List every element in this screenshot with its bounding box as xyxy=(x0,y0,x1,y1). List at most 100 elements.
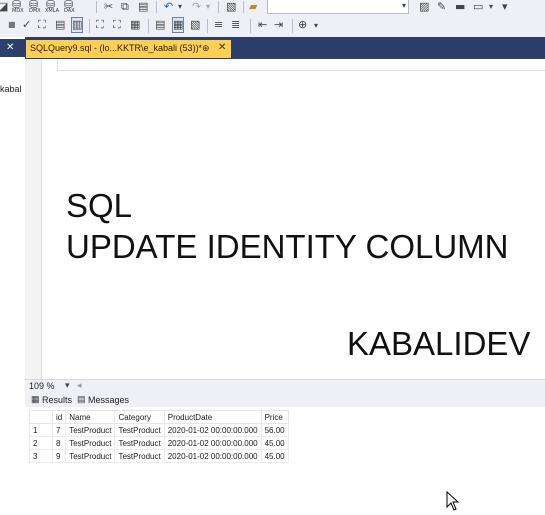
cell-category[interactable]: TestProduct xyxy=(114,436,165,450)
editor-gutter xyxy=(25,59,42,379)
object-explorer-node-text[interactable]: kabal xyxy=(0,84,22,94)
object-explorer-panel xyxy=(0,37,26,515)
cell-price[interactable]: 56.00 xyxy=(260,423,289,437)
overlay-title-update-identity: UPDATE IDENTITY COLUMN xyxy=(66,228,509,265)
results-to-text-icon[interactable]: ▤ xyxy=(155,18,165,32)
toolbar-options-icon[interactable]: ▾ xyxy=(314,19,318,33)
mouse-cursor-icon xyxy=(446,491,460,511)
cell-productdate[interactable]: 2020-01-02 00:00:00.000 xyxy=(163,436,262,450)
cell-productdate[interactable]: 2020-01-02 00:00:00.000 xyxy=(163,449,262,463)
pin-icon[interactable]: ⊕ xyxy=(202,43,210,54)
column-header-productdate[interactable]: ProductDate xyxy=(163,410,262,424)
stop-icon[interactable]: ■ xyxy=(8,18,16,32)
zoom-level[interactable]: 109 % xyxy=(29,381,55,391)
results-to-file-icon[interactable]: ▧ xyxy=(190,18,200,32)
toolbar-sql-editor: ■ ✓ ⛶ ▤ ▥ ⛶ ⛶ ▦ ▤ ▦ ▧ ≡ ≣ ⇤ ⇥ ⊕ ▾ xyxy=(0,15,545,38)
toolbar-top: ◪ ⛁ MDX ⛁ DMX ⛁ XMLA ⛁ DAX ✂ ⧉ ▤ ↶ ▾ ↷ ▾… xyxy=(0,0,545,15)
separator xyxy=(243,1,244,13)
cell-category[interactable]: TestProduct xyxy=(114,449,165,463)
object-explorer-header: ✕ xyxy=(0,39,25,57)
redo-dropdown-icon[interactable]: ▾ xyxy=(206,0,210,14)
column-header-name[interactable]: Name xyxy=(65,410,116,424)
redo-icon[interactable]: ↷ xyxy=(192,0,201,14)
current-line-highlight xyxy=(57,59,545,71)
undo-icon[interactable]: ↶ xyxy=(164,0,173,14)
solution-configuration-combo[interactable]: ▾ xyxy=(267,0,409,14)
row-number[interactable]: 1 xyxy=(29,423,53,437)
parse-check-icon[interactable]: ✓ xyxy=(22,18,31,32)
find-icon[interactable]: ▰ xyxy=(249,0,257,14)
query-options-icon[interactable]: ▤ xyxy=(55,18,65,32)
cell-id[interactable]: 9 xyxy=(51,449,67,463)
zoom-bar: 109 % ▾ ◂ xyxy=(25,379,545,394)
separator xyxy=(156,1,157,13)
dax-label: DAX xyxy=(64,8,75,14)
grid-header-row: id Name Category ProductDate Price xyxy=(29,410,289,424)
uncomment-icon[interactable]: ≣ xyxy=(231,18,240,32)
close-icon[interactable]: ✕ xyxy=(6,41,14,55)
chevron-down-icon: ▾ xyxy=(401,1,406,10)
results-grid: id Name Category ProductDate Price 1 7 T… xyxy=(29,410,289,463)
separator xyxy=(96,1,97,13)
cell-price[interactable]: 45.00 xyxy=(260,436,289,450)
cell-price[interactable]: 45.00 xyxy=(260,449,289,463)
zoom-dropdown-icon[interactable]: ▾ xyxy=(65,380,70,391)
messages-icon: ▤ xyxy=(77,394,86,404)
cell-category[interactable]: TestProduct xyxy=(114,423,165,437)
decrease-indent-icon[interactable]: ⇤ xyxy=(258,18,267,32)
new-query-icon[interactable]: ◪ xyxy=(0,0,8,14)
overlay-author: KABALIDEV xyxy=(347,325,531,362)
cell-name[interactable]: TestProduct xyxy=(65,423,116,437)
close-icon[interactable]: ✕ xyxy=(218,42,226,53)
tab-messages[interactable]: Messages xyxy=(88,395,129,405)
cut-icon[interactable]: ✂ xyxy=(104,0,113,14)
paste-icon[interactable]: ▤ xyxy=(138,0,148,14)
table-row[interactable]: 1 7 TestProduct TestProduct 2020-01-02 0… xyxy=(29,423,289,437)
tab-title: SQLQuery9.sql - (lo...KKTR\e_kabali (53)… xyxy=(30,43,203,53)
increase-indent-icon[interactable]: ⇥ xyxy=(274,18,283,32)
separator xyxy=(218,1,219,13)
separator xyxy=(148,19,149,33)
separator xyxy=(250,19,251,33)
results-tab-bar: ▦ Results ▤ Messages xyxy=(25,393,545,407)
table-row[interactable]: 2 8 TestProduct TestProduct 2020-01-02 0… xyxy=(29,436,289,450)
intellisense-icon[interactable]: ▥ xyxy=(71,17,84,33)
column-header-category[interactable]: Category xyxy=(114,410,165,424)
toolbox-icon[interactable]: ▬ xyxy=(455,0,465,14)
grid-icon: ▦ xyxy=(31,394,40,404)
mdx-label: MDX xyxy=(12,8,24,14)
window-dropdown-icon[interactable]: ▾ xyxy=(489,0,493,14)
overlay-title-sql: SQL xyxy=(66,187,133,224)
cell-name[interactable]: TestProduct xyxy=(65,436,116,450)
comment-icon[interactable]: ≡ xyxy=(214,18,223,32)
overflow-icon[interactable]: ▾ xyxy=(502,0,508,14)
actual-plan-icon[interactable]: ⛶ xyxy=(96,18,104,32)
properties-icon[interactable]: ▨ xyxy=(419,0,429,14)
separator xyxy=(89,19,90,33)
table-row[interactable]: 3 9 TestProduct TestProduct 2020-01-02 0… xyxy=(29,449,289,463)
undo-dropdown-icon[interactable]: ▾ xyxy=(178,0,182,14)
wrench-icon[interactable]: ✎ xyxy=(437,0,446,14)
row-number[interactable]: 2 xyxy=(29,436,53,450)
report-icon[interactable]: ▧ xyxy=(226,0,236,14)
row-number[interactable]: 3 xyxy=(29,449,53,463)
row-number-header xyxy=(29,410,53,424)
tab-results[interactable]: Results xyxy=(42,395,72,405)
cell-name[interactable]: TestProduct xyxy=(65,449,116,463)
specify-values-icon[interactable]: ⊕ xyxy=(298,18,307,32)
separator xyxy=(207,19,208,33)
results-to-grid-icon[interactable]: ▦ xyxy=(172,17,185,33)
client-stats-icon[interactable]: ▦ xyxy=(130,18,140,32)
estimated-plan-icon[interactable]: ⛶ xyxy=(38,18,46,32)
cell-id[interactable]: 8 xyxy=(51,436,67,450)
cell-id[interactable]: 7 xyxy=(51,423,67,437)
column-header-id[interactable]: id xyxy=(51,410,67,424)
live-stats-icon[interactable]: ⛶ xyxy=(113,18,121,32)
dmx-label: DMX xyxy=(29,8,41,14)
window-icon[interactable]: ▭ xyxy=(473,0,483,14)
xmla-label: XMLA xyxy=(45,8,60,14)
copy-icon[interactable]: ⧉ xyxy=(121,0,129,14)
column-header-price[interactable]: Price xyxy=(260,410,289,424)
cell-productdate[interactable]: 2020-01-02 00:00:00.000 xyxy=(163,423,262,437)
scroll-left-icon[interactable]: ◂ xyxy=(77,380,82,391)
